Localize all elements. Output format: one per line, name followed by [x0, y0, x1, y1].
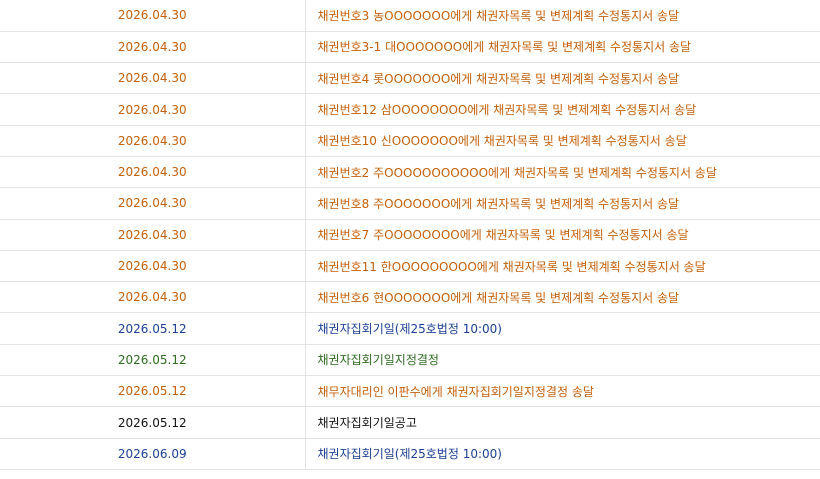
- row-content: 채권번호3 농OOOOOOO에게 채권자목록 및 변제계획 수정통지서 송달: [304, 0, 820, 32]
- table-row: 2026.04.30 채권번호7 주OOOOOOOO에게 채권자목록 및 변제계…: [0, 219, 820, 251]
- table-row: 2026.05.12 채권자집회기일공고: [0, 406, 820, 439]
- row-content: 채권번호3-1 대OOOOOOO에게 채권자목록 및 변제계획 수정통지서 송달: [304, 31, 820, 63]
- row-date: 2026.04.30: [117, 39, 187, 54]
- table-row: 2026.04.30 채권번호8 주OOOOOOO에게 채권자목록 및 변제계획…: [0, 187, 820, 220]
- row-content: 채권번호11 한OOOOOOOOO에게 채권자목록 및 변제계획 수정통지서 송…: [304, 250, 820, 282]
- case-progress-table-body: 2026.04.30 채권번호3 농OOOOOOO에게 채권자목록 및 변제계획…: [0, 0, 820, 470]
- table-row: 2026.04.30 채권번호11 한OOOOOOOOO에게 채권자목록 및 변…: [0, 250, 820, 282]
- row-content: 채권자집회기일(제25호법정 10:00): [304, 312, 820, 345]
- row-date: 2026.04.30: [117, 165, 187, 180]
- row-content: 채무자대리인 이판수에게 채권자집회기일지정결정 송달: [304, 375, 820, 407]
- row-date: 2026.04.30: [117, 290, 187, 305]
- row-content: 채권번호2 주OOOOOOOOOOO에게 채권자목록 및 변제계획 수정통지서 …: [304, 156, 820, 188]
- table-row: 2026.04.30 채권번호2 주OOOOOOOOOOO에게 채권자목록 및 …: [0, 156, 820, 188]
- table-row: 2026.04.30 채권번호12 삼OOOOOOOO에게 채권자목록 및 변제…: [0, 93, 820, 126]
- row-date: 2026.05.12: [117, 415, 187, 430]
- row-content: 채권번호6 현OOOOOOO에게 채권자목록 및 변제계획 수정통지서 송달: [304, 281, 820, 313]
- table-row: 2026.05.12 채권자집회기일지정결정: [0, 344, 820, 376]
- row-date: 2026.06.09: [117, 446, 187, 461]
- row-content: 채권번호7 주OOOOOOOO에게 채권자목록 및 변제계획 수정통지서 송달: [304, 219, 820, 251]
- row-content: 채권자집회기일(제25호법정 10:00): [304, 438, 820, 470]
- row-date: 2026.05.12: [117, 321, 187, 336]
- row-content: 채권번호4 롯OOOOOOO에게 채권자목록 및 변제계획 수정통지서 송달: [304, 62, 820, 94]
- table-row: 2026.05.12 채권자집회기일(제25호법정 10:00): [0, 312, 820, 345]
- row-date: 2026.04.30: [117, 71, 187, 86]
- row-date: 2026.04.30: [117, 102, 187, 117]
- row-content: 채권자집회기일지정결정: [304, 344, 820, 376]
- table-row: 2026.04.30 채권번호4 롯OOOOOOO에게 채권자목록 및 변제계획…: [0, 62, 820, 94]
- row-date: 2026.04.30: [117, 259, 187, 274]
- row-date: 2026.04.30: [117, 8, 187, 23]
- row-date: 2026.04.30: [117, 196, 187, 211]
- table-row: 2026.06.09 채권자집회기일(제25호법정 10:00): [0, 438, 820, 470]
- row-content: 채권번호8 주OOOOOOO에게 채권자목록 및 변제계획 수정통지서 송달: [304, 187, 820, 220]
- row-date: 2026.04.30: [117, 227, 187, 242]
- table-row: 2026.04.30 채권번호3 농OOOOOOO에게 채권자목록 및 변제계획…: [0, 0, 820, 32]
- row-content: 채권번호12 삼OOOOOOOO에게 채권자목록 및 변제계획 수정통지서 송달: [304, 93, 820, 126]
- row-date: 2026.05.12: [117, 352, 187, 367]
- case-progress-table: 2026.04.30 채권번호3 농OOOOOOO에게 채권자목록 및 변제계획…: [0, 0, 820, 470]
- table-row: 2026.04.30 채권번호3-1 대OOOOOOO에게 채권자목록 및 변제…: [0, 31, 820, 63]
- row-content: 채권번호10 신OOOOOOO에게 채권자목록 및 변제계획 수정통지서 송달: [304, 125, 820, 157]
- row-date: 2026.05.12: [117, 384, 187, 399]
- table-row: 2026.04.30 채권번호10 신OOOOOOO에게 채권자목록 및 변제계…: [0, 125, 820, 157]
- row-date: 2026.04.30: [117, 133, 187, 148]
- row-content: 채권자집회기일공고: [304, 406, 820, 439]
- table-row: 2026.04.30 채권번호6 현OOOOOOO에게 채권자목록 및 변제계획…: [0, 281, 820, 313]
- table-row: 2026.05.12 채무자대리인 이판수에게 채권자집회기일지정결정 송달: [0, 375, 820, 407]
